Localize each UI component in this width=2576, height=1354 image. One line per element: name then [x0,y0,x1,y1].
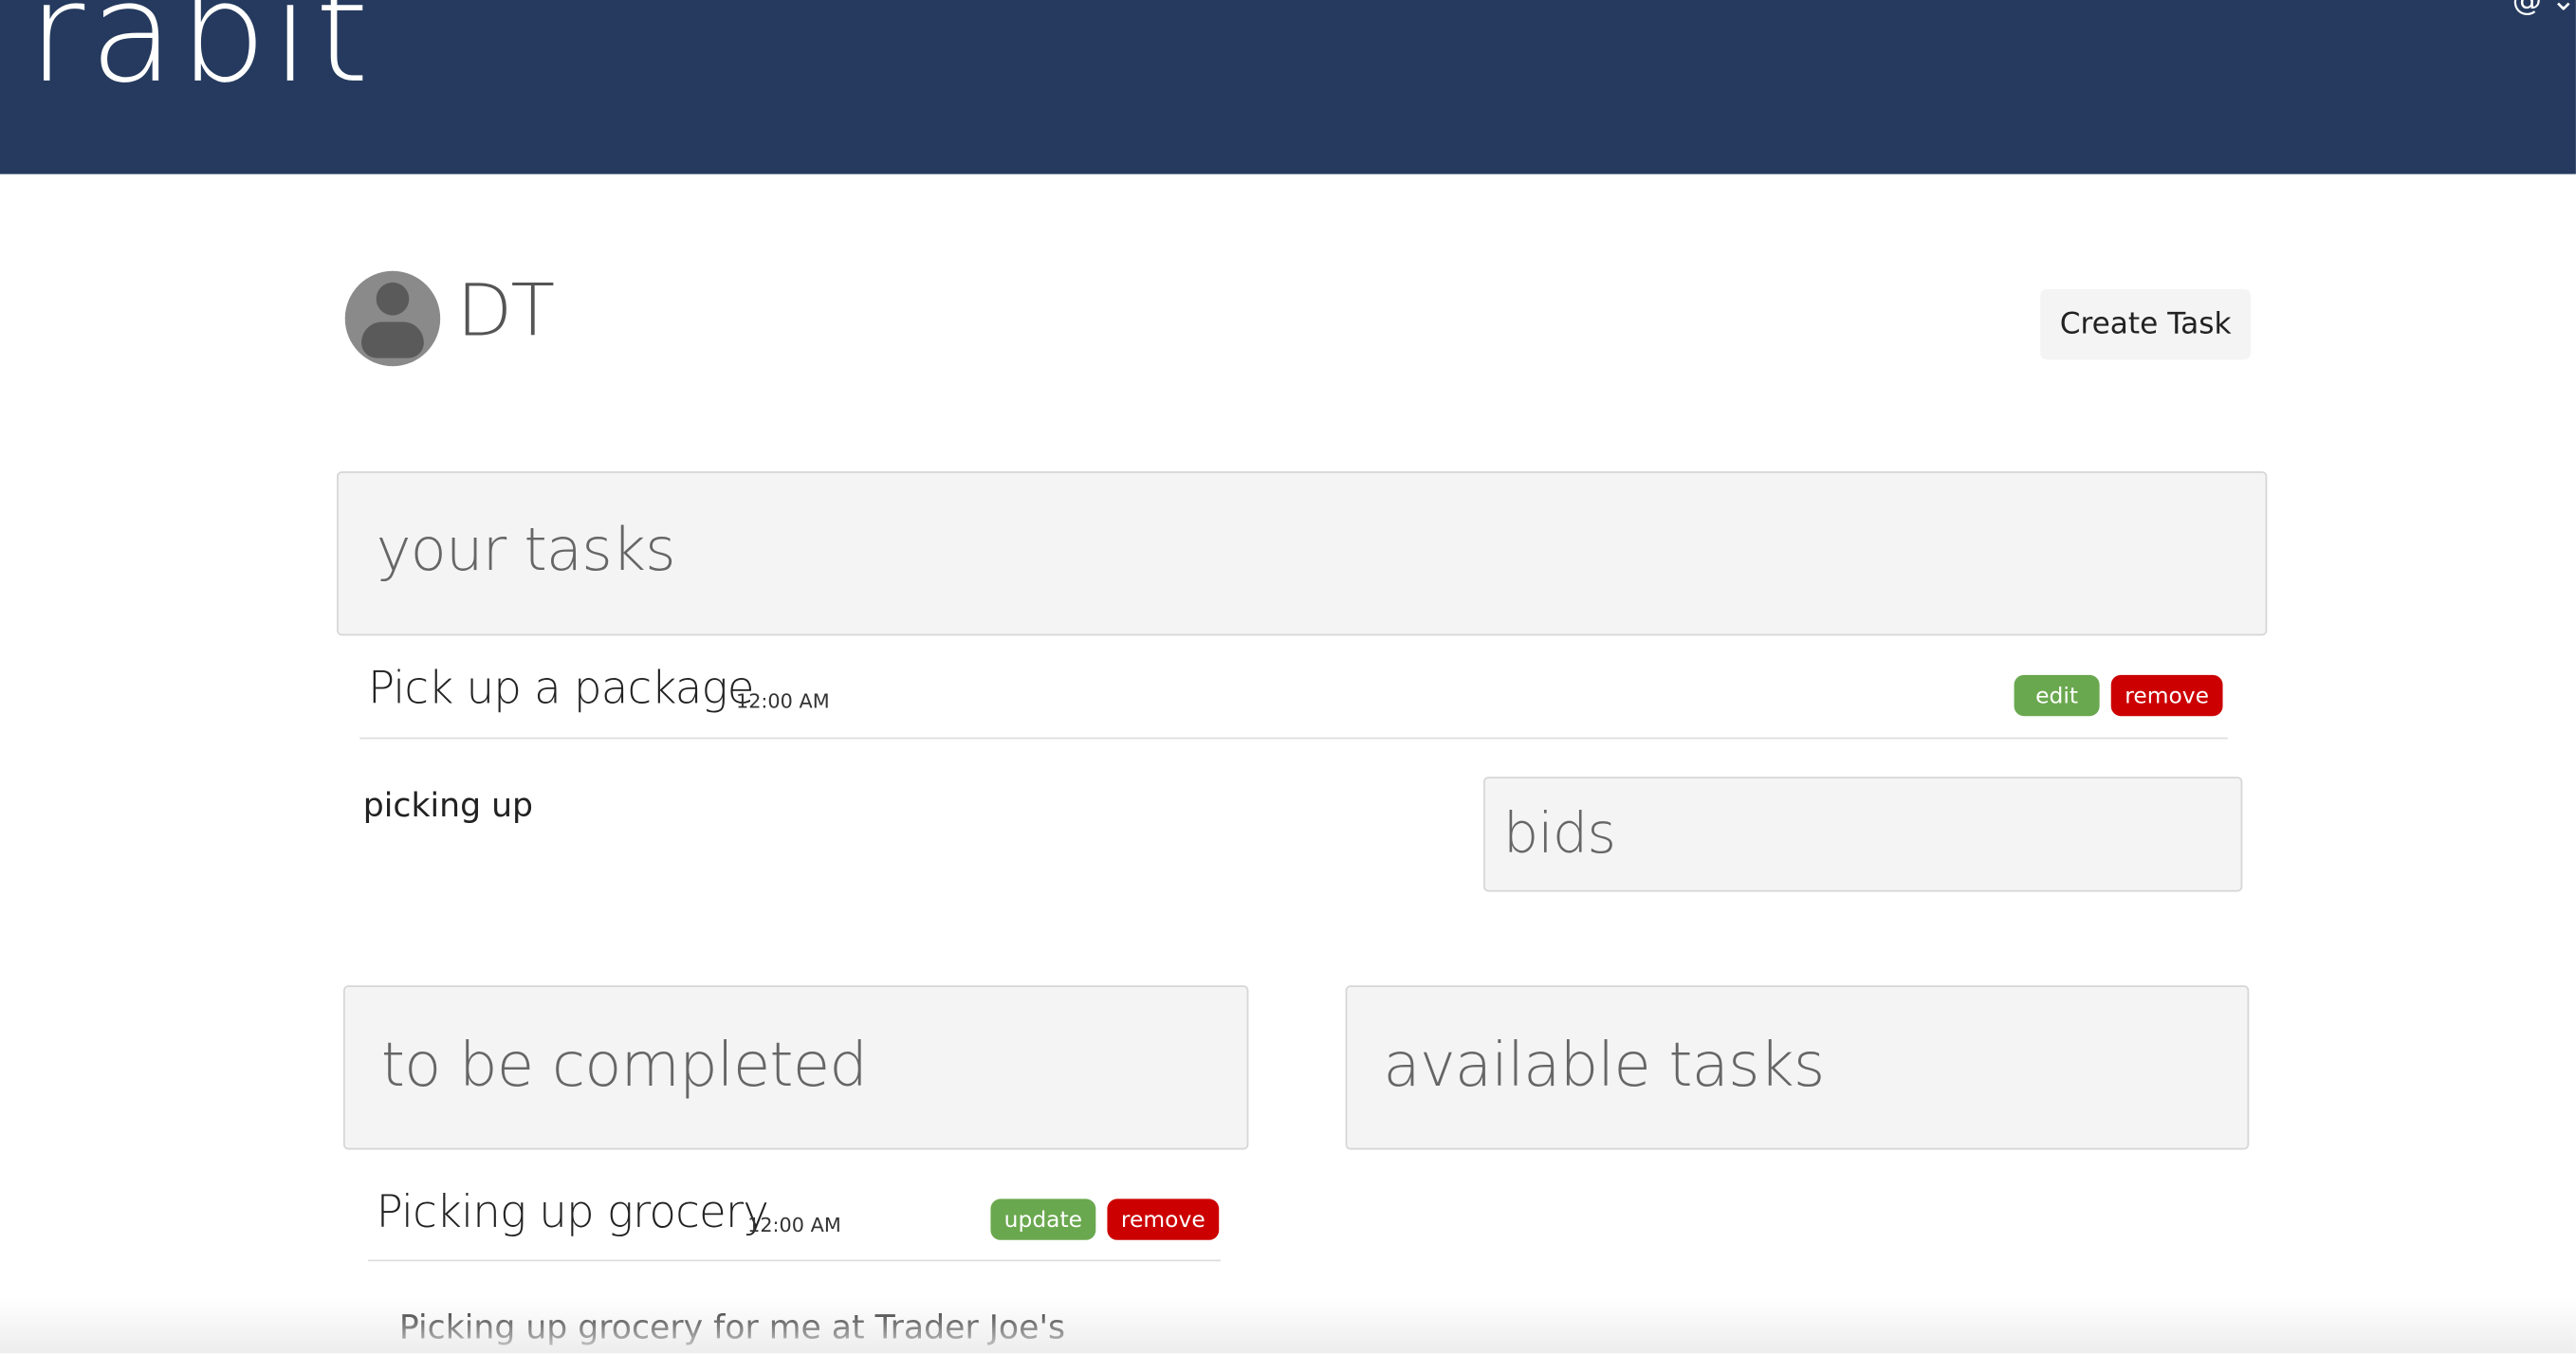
task-title[interactable]: Picking up grocery [377,1191,769,1235]
avatar-head [376,282,410,316]
avatar-body [361,321,424,358]
to-be-completed-panel: to be completed [343,985,1249,1150]
task-time: 12:00 AM [747,1214,841,1237]
remove-task-button[interactable]: remove [2110,674,2223,717]
task-divider [367,1259,1221,1262]
your-tasks-panel: your tasks [337,471,2268,636]
account-menu-toggle[interactable]: @ ⌄ [2512,0,2576,16]
remove-task-button[interactable]: remove [1107,1198,1220,1240]
window-bottom-shadow [0,1297,2576,1354]
task-description: picking up [362,784,534,825]
available-tasks-panel: available tasks [1345,985,2250,1150]
bids-heading: bids [1502,801,1616,868]
your-tasks-heading: your tasks [376,517,676,585]
user-avatar-icon [344,270,441,367]
update-task-button[interactable]: update [990,1198,1096,1240]
profile-username: DT [456,269,556,354]
available-tasks-heading: available tasks [1383,1030,1825,1101]
page: rabit @ ⌄ DT Create Task your tasks Pick… [0,0,2576,1354]
task-time: 12:00 AM [735,689,830,713]
task-title[interactable]: Pick up a package [368,667,755,711]
brand-logo[interactable]: rabit [28,0,374,101]
task-description: Picking up grocery for me at Trader Joe'… [398,1307,1066,1347]
edit-task-button[interactable]: edit [2014,674,2100,717]
create-task-button[interactable]: Create Task [2040,288,2251,360]
bids-panel: bids [1483,777,2243,892]
to-be-completed-heading: to be completed [380,1030,868,1101]
task-divider [359,737,2228,740]
top-navbar: rabit @ ⌄ [0,0,2576,174]
